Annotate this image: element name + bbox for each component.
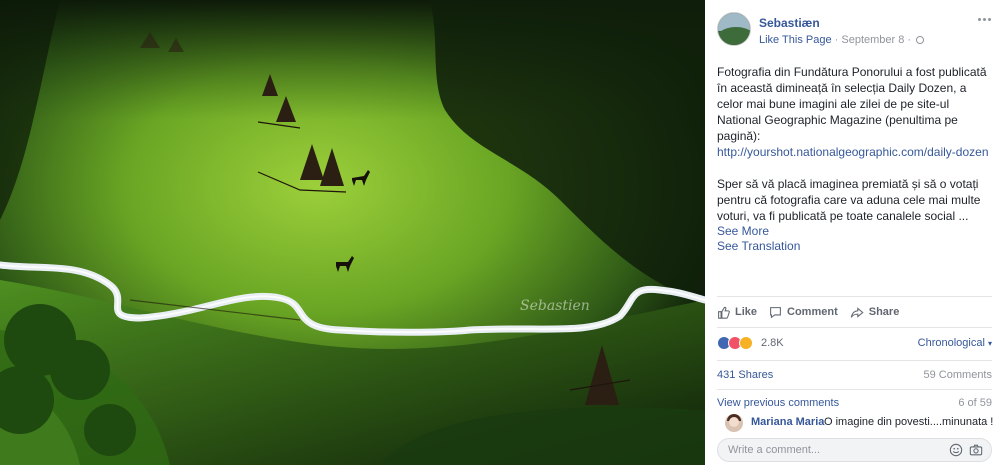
shares-count[interactable]: 431 Shares	[717, 369, 773, 381]
comments-position: 6 of 59	[958, 397, 992, 409]
post-meta: Like This Page · September 8 ·	[759, 34, 925, 46]
comment-label: Comment	[787, 306, 838, 318]
comment-icon	[770, 306, 781, 318]
page-avatar[interactable]	[717, 12, 751, 46]
comment-input[interactable]	[728, 443, 918, 457]
share-button[interactable]: Share	[850, 303, 900, 321]
wow-icon	[739, 336, 753, 350]
post-photo[interactable]: Sebastien	[0, 0, 705, 465]
post-paragraph-2: Sper să vă placă imaginea premiată și să…	[717, 177, 981, 223]
share-icon	[850, 306, 864, 318]
comments-count[interactable]: 59 Comments	[924, 369, 992, 381]
post-header: Sebastiæn Like This Page · September 8 ·	[717, 12, 992, 52]
reactions-row: 2.8K Chronological ▾	[717, 336, 992, 352]
avatar[interactable]	[725, 414, 743, 432]
post-text: Fotografia din Fundătura Ponorului a fos…	[717, 64, 992, 254]
chevron-down-icon: ▾	[987, 339, 992, 348]
camera-icon[interactable]	[969, 443, 983, 457]
globe-icon	[916, 36, 925, 44]
comment-text: O imagine din povesti....minunata !	[824, 416, 994, 428]
landscape-photo: Sebastien	[0, 0, 705, 465]
divider	[717, 327, 992, 328]
comment-author[interactable]: Mariana Maria	[751, 416, 824, 428]
comment-order-label: Chronological	[917, 337, 985, 349]
post-panel: Sebastiæn Like This Page · September 8 ·…	[705, 0, 1000, 465]
photo-watermark: Sebastien	[520, 298, 590, 314]
meta-separator: ·	[834, 34, 839, 46]
comment-composer	[717, 438, 992, 462]
post-date[interactable]: September 8	[841, 34, 904, 46]
divider	[717, 296, 992, 297]
like-page-link[interactable]: Like This Page	[759, 34, 832, 46]
meta-separator-2: ·	[907, 34, 912, 46]
divider	[717, 389, 992, 390]
stats-row: 431 Shares 59 Comments	[717, 369, 992, 381]
view-previous-comments-link[interactable]: View previous comments	[717, 397, 839, 409]
see-more-link[interactable]: See More	[717, 224, 992, 239]
emoji-icon[interactable]	[949, 443, 963, 457]
share-label: Share	[868, 306, 900, 318]
post-paragraph-1: Fotografia din Fundătura Ponorului a fos…	[717, 64, 992, 160]
comment-item: Mariana Maria O imagine din povesti....m…	[725, 414, 995, 434]
more-options-icon[interactable]	[978, 14, 992, 24]
reaction-icons[interactable]	[717, 336, 753, 350]
comment-order-dropdown[interactable]: Chronological ▾	[918, 337, 992, 349]
previous-comments-row: View previous comments 6 of 59	[717, 397, 992, 409]
like-label: Like	[735, 306, 758, 318]
paragraph-1-text: Fotografia din Fundătura Ponorului a fos…	[717, 65, 987, 143]
action-bar: Like Comment Share	[717, 303, 992, 321]
like-button[interactable]: Like	[717, 303, 757, 321]
comment-button[interactable]: Comment	[769, 303, 838, 321]
reaction-count[interactable]: 2.8K	[761, 337, 784, 349]
thumbs-up-icon	[718, 306, 730, 319]
page-name-link[interactable]: Sebastiæn	[759, 16, 820, 30]
divider	[717, 360, 992, 361]
see-translation-link[interactable]: See Translation	[717, 239, 992, 254]
nat-geo-link[interactable]: http://yourshot.nationalgeographic.com/d…	[717, 145, 989, 159]
